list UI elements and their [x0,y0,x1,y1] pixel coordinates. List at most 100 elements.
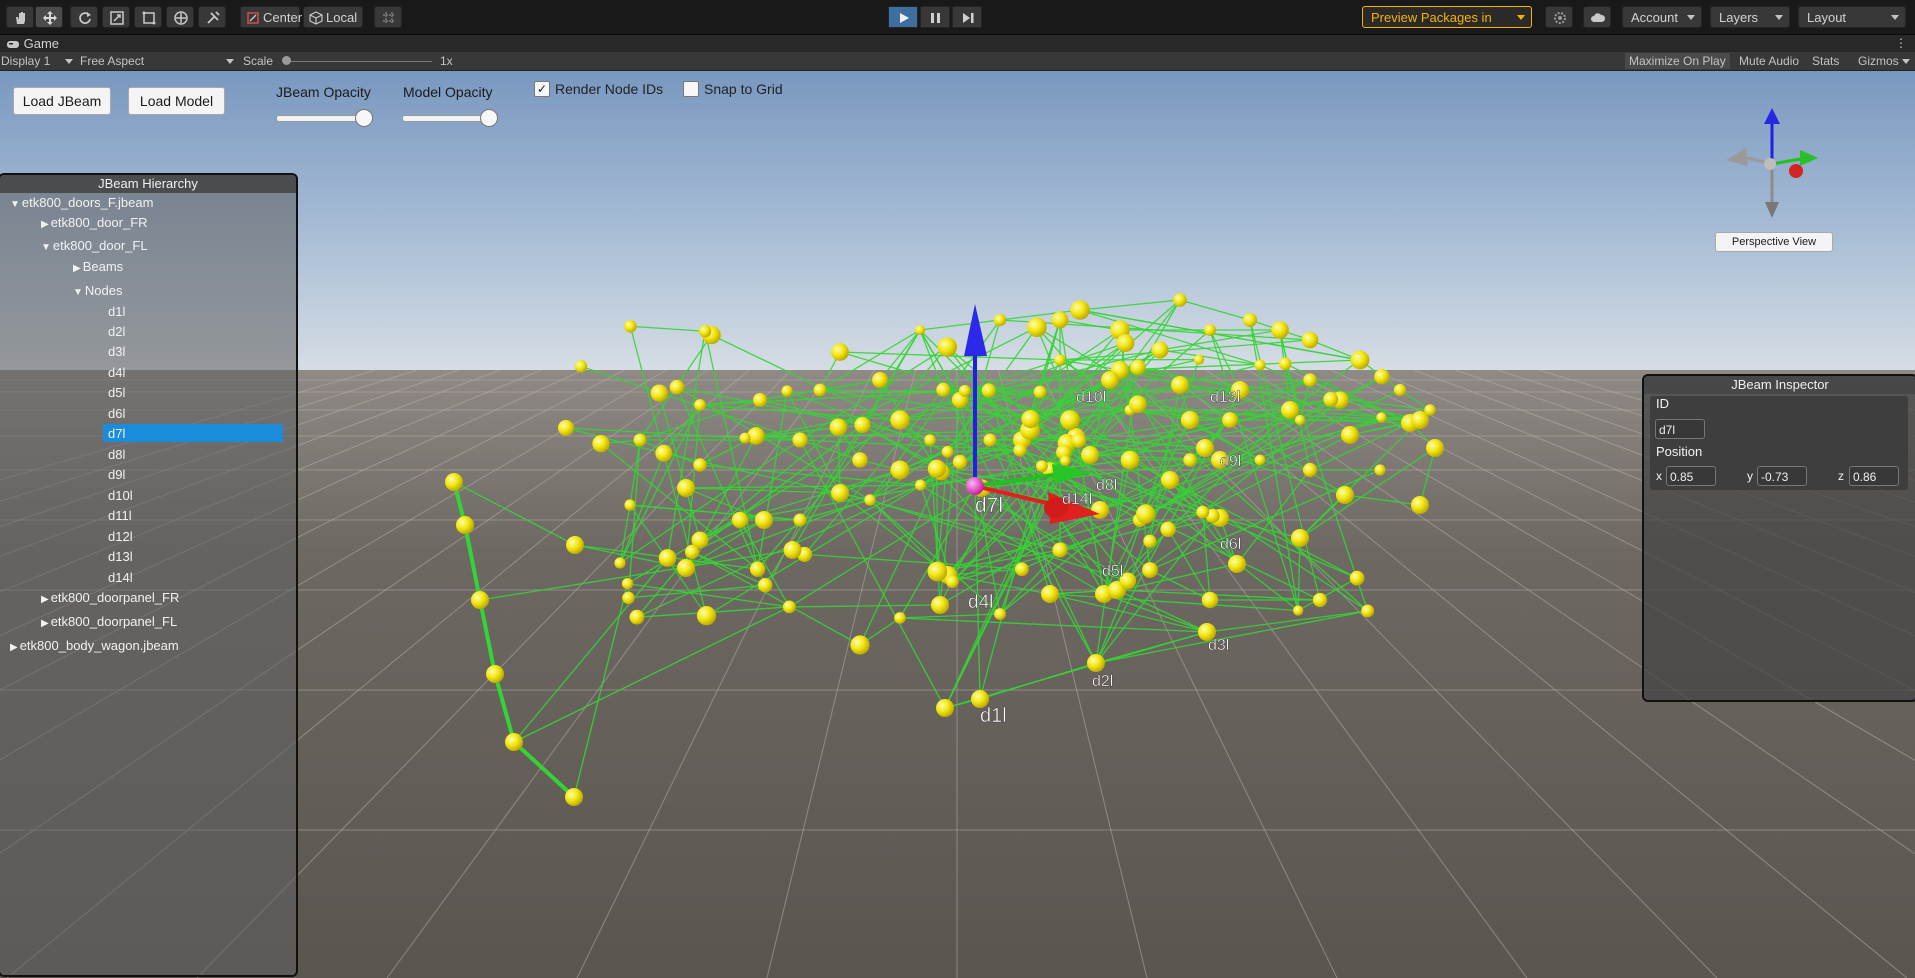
services-button[interactable] [1545,6,1573,28]
node-sphere[interactable] [952,454,968,470]
node-sphere[interactable] [1143,534,1157,548]
node-sphere[interactable] [1013,443,1027,457]
preview-packages-dropdown[interactable]: Preview Packages in Use [1362,6,1532,47]
node-sphere[interactable] [1201,591,1219,609]
node-sphere[interactable] [945,575,959,589]
node-sphere[interactable] [655,444,673,462]
hierarchy-node-item[interactable]: d8l [108,447,125,462]
node-sphere[interactable] [565,788,583,806]
hierarchy-item[interactable]: ▼ etk800_door_FL [41,238,148,253]
node-sphere[interactable] [1376,412,1387,423]
pivot-mode-toggle[interactable]: Center [240,6,302,28]
node-sphere[interactable] [1193,354,1205,365]
node-sphere[interactable] [864,494,876,506]
node-sphere[interactable] [1271,321,1289,339]
tab-game[interactable]: Game [6,36,59,51]
node-sphere[interactable] [1180,410,1200,430]
node-sphere[interactable] [739,432,751,444]
node-sphere[interactable] [677,479,695,497]
node-sphere[interactable] [1374,369,1390,385]
account-dropdown[interactable]: Account [1622,6,1702,28]
node-sphere[interactable] [624,320,637,333]
node-sphere[interactable] [983,433,997,447]
node-sphere[interactable] [1091,501,1109,519]
layers-dropdown[interactable]: Layers [1710,6,1790,28]
node-sphere[interactable] [1196,505,1210,519]
hierarchy-node-item-selected[interactable]: d7l [108,426,125,441]
node-sphere[interactable] [1254,454,1266,466]
scale-slider-handle[interactable] [282,56,291,65]
cloud-button[interactable] [1583,6,1611,28]
node-sphere[interactable] [1135,504,1156,524]
node-sphere[interactable] [1361,604,1375,618]
jbeam-opacity-handle[interactable] [355,109,373,127]
node-sphere[interactable] [1060,410,1080,430]
scale-tool-button[interactable] [102,6,130,28]
node-sphere[interactable] [936,382,951,397]
node-sphere[interactable] [731,511,749,529]
node-sphere[interactable] [831,343,849,361]
id-field[interactable]: d7l [1655,419,1705,439]
rotate-tool-button[interactable] [70,6,98,28]
hierarchy-node-item[interactable]: d13l [108,549,133,564]
node-sphere[interactable] [894,612,906,624]
node-sphere[interactable] [793,513,807,527]
node-sphere[interactable] [829,418,848,437]
node-sphere[interactable] [927,459,947,478]
node-sphere[interactable] [1070,300,1090,320]
hierarchy-node-item[interactable]: d11l [108,508,132,523]
node-sphere[interactable] [445,473,463,491]
hand-tool-button[interactable] [6,6,34,28]
node-sphere[interactable] [1323,391,1339,407]
node-sphere[interactable] [592,435,610,453]
node-sphere[interactable] [658,549,677,567]
node-sphere[interactable] [1301,331,1319,349]
hierarchy-item[interactable]: ▼ Nodes [73,283,122,298]
hierarchy-node-item[interactable]: d4l [108,365,125,380]
grid-snap-button[interactable] [374,6,402,28]
node-sphere[interactable] [1036,460,1048,473]
node-sphere[interactable] [557,419,575,437]
node-sphere[interactable] [1278,357,1292,370]
node-sphere[interactable] [758,578,773,593]
node-sphere[interactable] [1071,433,1086,448]
node-sphere[interactable] [621,577,634,590]
node-sphere[interactable] [993,313,1007,327]
node-sphere[interactable] [624,499,636,511]
node-sphere[interactable] [1027,317,1047,337]
node-sphere[interactable] [694,399,706,411]
hierarchy-node-item[interactable]: d5l [108,385,125,400]
display-dropdown[interactable]: Display 1 [1,53,75,69]
hierarchy-item[interactable]: ▶ etk800_body_wagon.jbeam [10,638,179,653]
node-sphere[interactable] [852,452,868,468]
node-sphere[interactable] [566,536,584,554]
load-jbeam-button[interactable]: Load JBeam [13,87,111,115]
node-sphere[interactable] [669,379,685,395]
node-sphere[interactable] [574,360,588,373]
node-sphere[interactable] [1196,439,1214,457]
node-sphere[interactable] [693,458,707,472]
hierarchy-item[interactable]: ▼ etk800_doors_F.jbeam [10,195,153,210]
selected-node-d7l[interactable] [966,477,984,495]
node-sphere[interactable] [629,609,645,625]
node-sphere[interactable] [1021,409,1040,429]
load-model-button[interactable]: Load Model [128,87,225,115]
play-button[interactable] [888,6,918,28]
node-sphere[interactable] [677,559,695,577]
node-sphere[interactable] [1424,404,1436,416]
node-sphere[interactable] [1041,585,1059,603]
transform-tool-button[interactable] [166,6,194,28]
node-sphere[interactable] [1081,446,1099,464]
node-sphere[interactable] [854,416,871,434]
node-sphere[interactable] [1281,401,1299,419]
node-sphere[interactable] [684,544,700,559]
node-sphere[interactable] [1160,470,1180,490]
node-sphere[interactable] [1312,592,1328,608]
node-sphere[interactable] [1302,462,1318,478]
node-sphere[interactable] [1015,562,1029,577]
node-sphere[interactable] [1293,605,1304,616]
hierarchy-item[interactable]: ▶ etk800_doorpanel_FR [41,590,179,605]
perspective-view-button[interactable]: Perspective View [1715,232,1833,252]
node-sphere[interactable] [994,608,1006,620]
step-button[interactable] [952,6,982,28]
